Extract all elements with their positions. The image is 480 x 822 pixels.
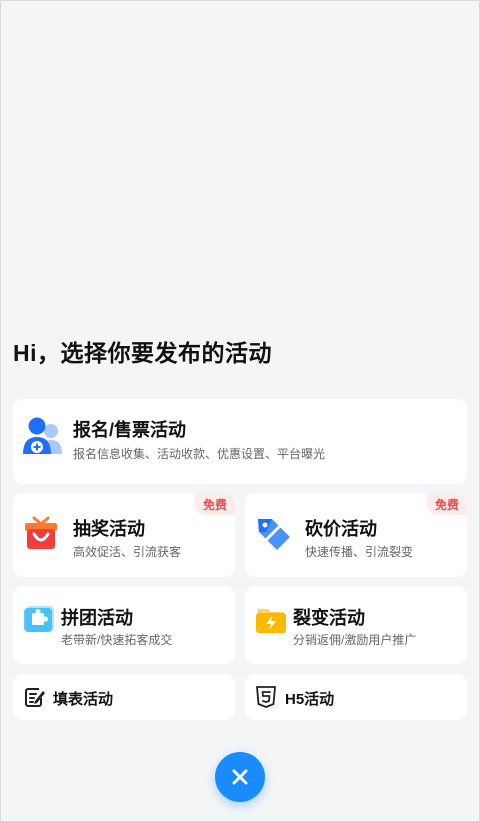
lottery-activity-subtitle: 高效促活、引流获客 — [73, 545, 182, 559]
form-activity-title: 填表活动 — [53, 691, 114, 708]
group-activity-subtitle: 老带新/快速拓客成交 — [61, 633, 173, 647]
html5-icon — [256, 686, 276, 708]
h5-activity-title: H5活动 — [285, 691, 335, 708]
bargain-activity-subtitle: 快速传播、引流裂变 — [305, 545, 414, 559]
h5-activity-card[interactable]: H5活动 — [245, 674, 467, 720]
page-title: Hi，选择你要发布的活动 — [13, 340, 272, 366]
fission-activity-subtitle: 分销返佣/激励用户推广 — [293, 633, 417, 647]
fission-activity-title: 裂变活动 — [293, 608, 365, 628]
form-edit-icon — [24, 686, 46, 708]
free-badge: 免费 — [195, 493, 235, 515]
bargain-activity-card[interactable]: 免费 砍价活动 快速传播、引流裂变 — [245, 493, 467, 577]
signup-activity-subtitle: 报名信息收集、活动收款、优惠设置、平台曝光 — [73, 447, 326, 461]
lottery-activity-card[interactable]: 免费 抽奖活动 高效促活、引流获客 — [13, 493, 235, 577]
close-icon — [232, 769, 248, 785]
fission-activity-card[interactable]: 裂变活动 分销返佣/激励用户推广 — [245, 586, 467, 664]
free-badge: 免费 — [427, 493, 467, 515]
puzzle-icon — [24, 606, 54, 634]
bargain-activity-title: 砍价活动 — [305, 519, 377, 539]
user-plus-icon — [22, 416, 64, 456]
form-activity-card[interactable]: 填表活动 — [13, 674, 235, 720]
group-activity-card[interactable]: 拼团活动 老带新/快速拓客成交 — [13, 586, 235, 664]
signup-activity-title: 报名/售票活动 — [73, 420, 187, 440]
folder-bolt-icon — [256, 605, 286, 633]
signup-activity-card[interactable]: 报名/售票活动 报名信息收集、活动收款、优惠设置、平台曝光 — [13, 399, 467, 484]
close-button[interactable] — [215, 752, 265, 802]
lottery-activity-title: 抽奖活动 — [73, 519, 145, 539]
gift-box-icon — [24, 515, 58, 551]
price-tag-icon — [256, 516, 292, 552]
group-activity-title: 拼团活动 — [61, 608, 133, 628]
